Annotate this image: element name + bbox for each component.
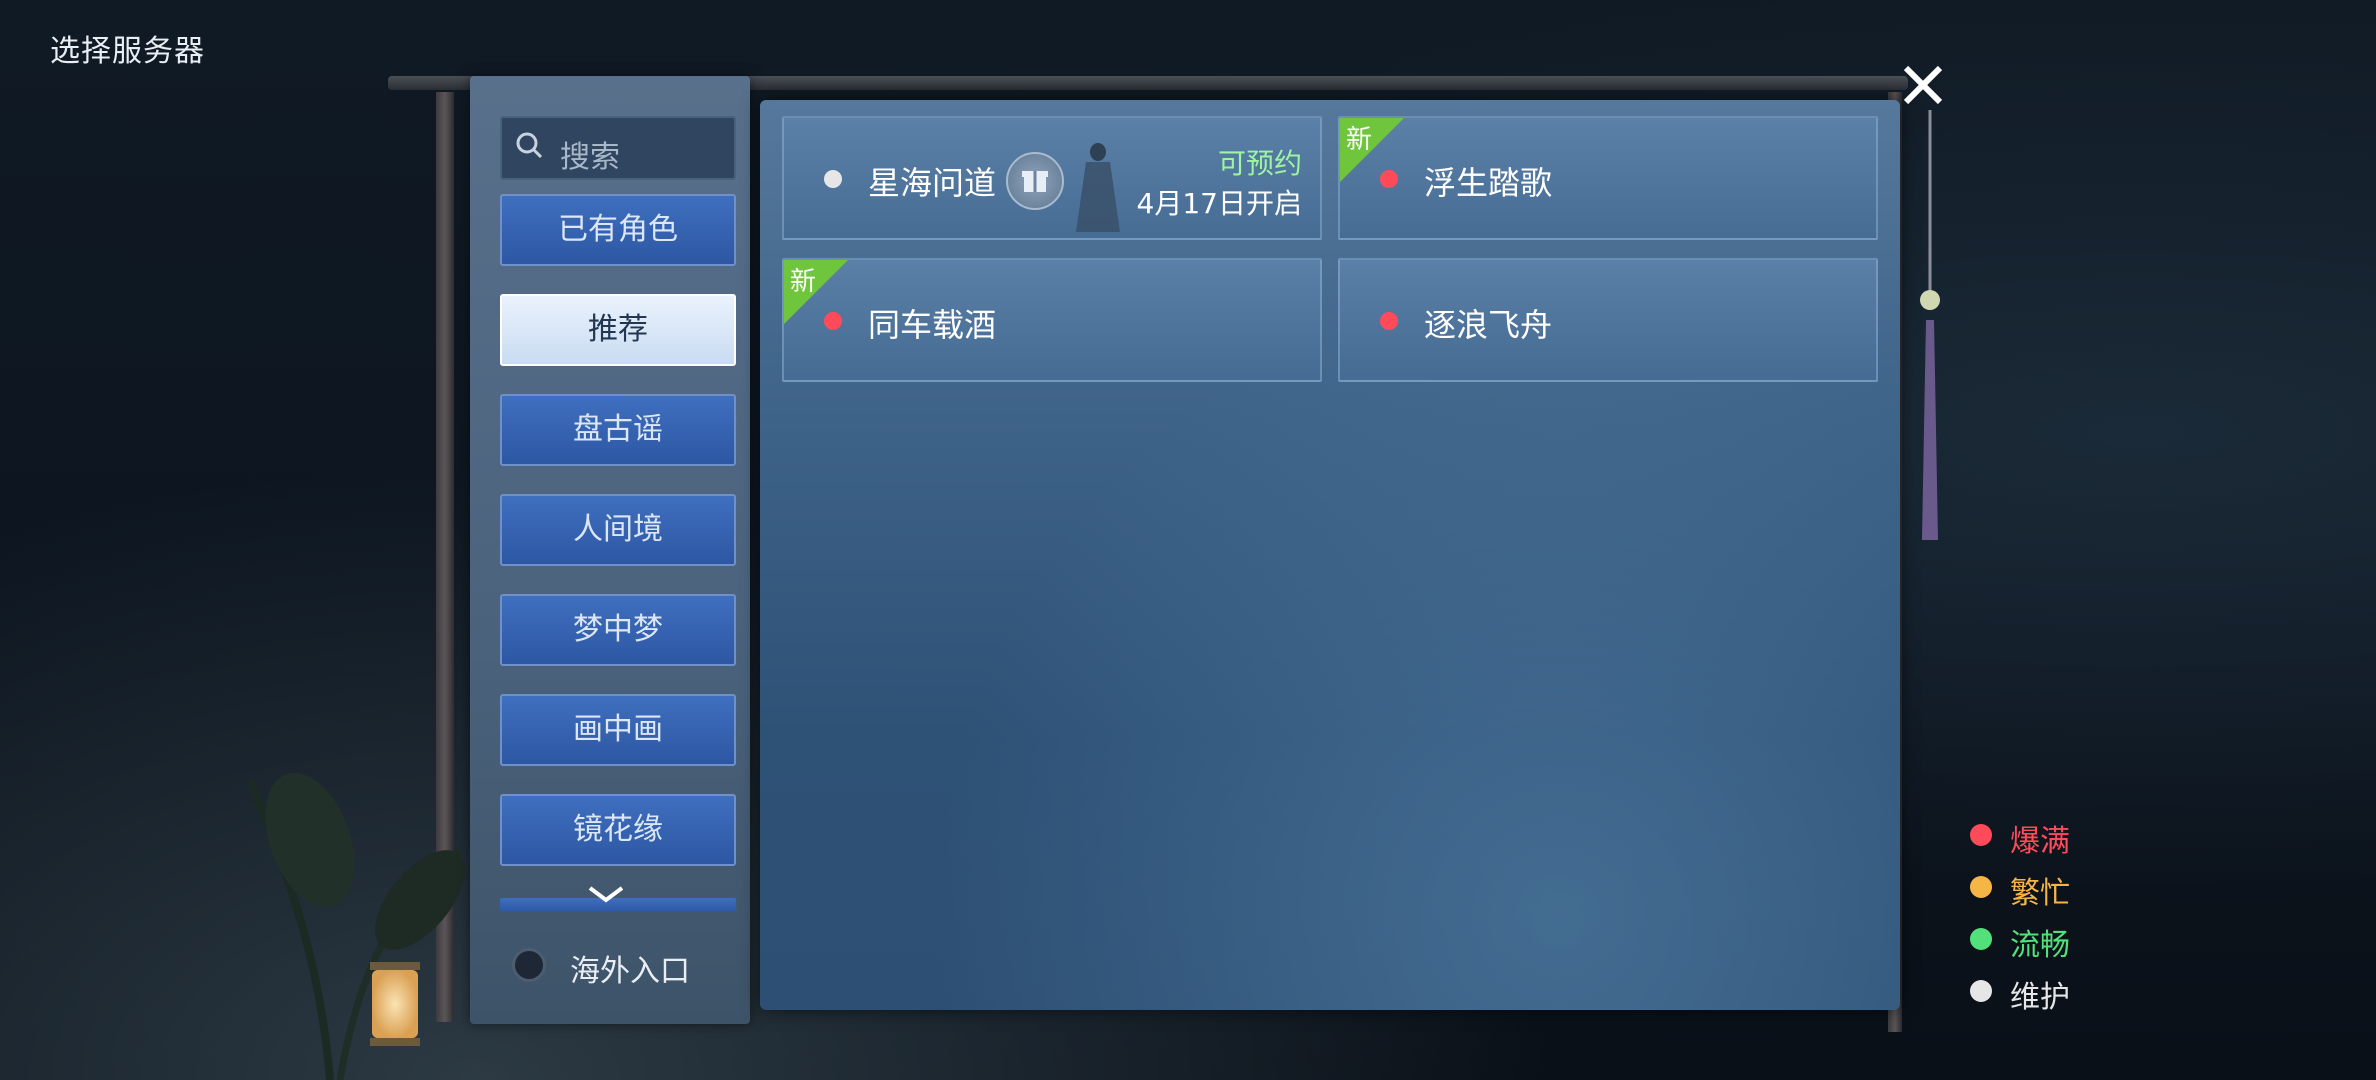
svg-text:新: 新 (1346, 125, 1372, 155)
close-icon[interactable] (1898, 60, 1948, 110)
server-card-tongche-zaijiu[interactable]: 新 同车载酒 (782, 258, 1322, 382)
tab-mengzhong-meng[interactable]: 梦中梦 (500, 594, 736, 666)
legend-item-smooth: 流畅 (1970, 918, 2170, 963)
server-card-fusheng-tage[interactable]: 新 浮生踏歌 (1338, 116, 1878, 240)
search-input[interactable]: 搜索 (500, 116, 736, 180)
search-placeholder: 搜索 (560, 140, 620, 175)
legend-item-full: 爆满 (1970, 814, 2170, 859)
server-name: 逐浪飞舟 (1424, 306, 1553, 344)
server-card-xinghai-wendao[interactable]: 星海问道 可预约 4月17日开启 (782, 116, 1322, 240)
server-status-dot (824, 170, 842, 188)
overseas-label: 海外入口 (570, 954, 690, 989)
plant-decoration (246, 772, 465, 1080)
svg-text:新: 新 (790, 267, 816, 297)
server-status-dot (824, 312, 842, 330)
gift-icon[interactable] (1006, 152, 1064, 210)
open-date: 4月17日开启 (1136, 187, 1302, 220)
legend-dot (1970, 928, 1992, 950)
legend-item-maintenance: 维护 (1970, 970, 2170, 1015)
page-title: 选择服务器 (50, 34, 205, 69)
character-figure (1076, 143, 1120, 232)
legend-dot (1970, 876, 1992, 898)
reserve-label: 可预约 (1217, 147, 1302, 180)
server-name: 同车载酒 (868, 306, 997, 344)
overseas-radio (512, 948, 546, 982)
legend-label: 爆满 (2010, 824, 2070, 859)
tab-existing-characters[interactable]: 已有角色 (500, 194, 736, 266)
legend-label: 流畅 (2010, 928, 2070, 963)
chevron-down-icon[interactable] (586, 884, 626, 906)
tab-jinghua-yuan[interactable]: 镜花缘 (500, 794, 736, 866)
search-icon (516, 132, 542, 158)
overseas-entry-button[interactable]: 海外入口 (470, 918, 750, 1010)
server-status-dot (1380, 170, 1398, 188)
lantern-decoration (370, 962, 420, 1046)
legend-item-busy: 繁忙 (1970, 866, 2170, 911)
legend-label: 繁忙 (2010, 876, 2070, 911)
server-card-zhulang-feizhou[interactable]: 逐浪飞舟 (1338, 258, 1878, 382)
legend-label: 维护 (2010, 980, 2070, 1015)
legend-dot (1970, 980, 1992, 1002)
server-status-dot (1380, 312, 1398, 330)
tab-pangu-yao[interactable]: 盘古谣 (500, 394, 736, 466)
tab-recommended[interactable]: 推荐 (500, 294, 736, 366)
server-name: 浮生踏歌 (1424, 164, 1553, 202)
server-name: 星海问道 (868, 164, 997, 202)
hanging-ornament (1920, 110, 1940, 540)
tab-renjian-jing[interactable]: 人间境 (500, 494, 736, 566)
tab-huazhong-hua[interactable]: 画中画 (500, 694, 736, 766)
legend-dot (1970, 824, 1992, 846)
